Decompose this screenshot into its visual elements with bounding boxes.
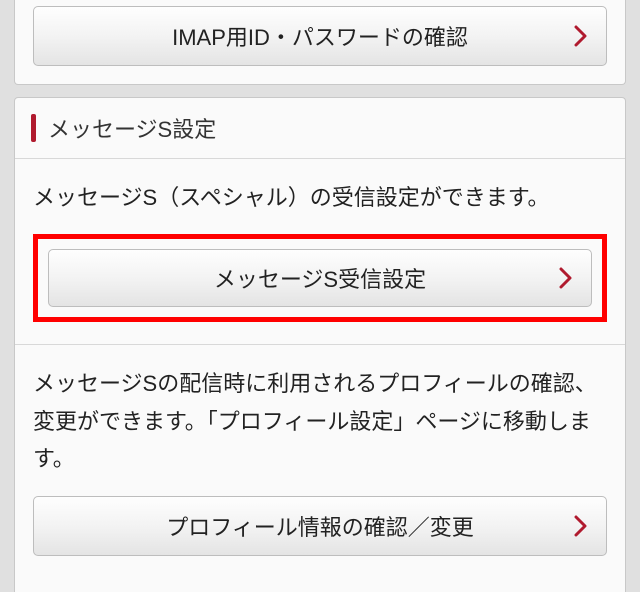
profile-info-label: プロフィール情報の確認／変更 bbox=[166, 510, 474, 542]
chevron-right-icon bbox=[559, 267, 573, 289]
message-s-settings-card: メッセージS設定 メッセージS（スペシャル）の受信設定ができます。 メッセージS… bbox=[14, 97, 626, 592]
message-s-receive-settings-button[interactable]: メッセージS受信設定 bbox=[48, 249, 592, 307]
chevron-right-icon bbox=[574, 515, 588, 537]
highlight-box: メッセージS受信設定 bbox=[33, 234, 607, 322]
section-body: メッセージS（スペシャル）の受信設定ができます。 メッセージS受信設定 メッセー… bbox=[15, 159, 625, 592]
chevron-right-icon bbox=[574, 25, 588, 47]
imap-credentials-button[interactable]: IMAP用ID・パスワードの確認 bbox=[33, 6, 607, 66]
receive-settings-label: メッセージS受信設定 bbox=[214, 262, 426, 294]
divider bbox=[15, 344, 625, 345]
imap-button-label: IMAP用ID・パスワードの確認 bbox=[172, 20, 468, 52]
section-header: メッセージS設定 bbox=[15, 98, 625, 159]
accent-bar-icon bbox=[31, 114, 36, 142]
profile-info-button[interactable]: プロフィール情報の確認／変更 bbox=[33, 496, 607, 556]
message-s-desc-1: メッセージS（スペシャル）の受信設定ができます。 bbox=[33, 179, 607, 216]
top-card: IMAP用ID・パスワードの確認 bbox=[14, 0, 626, 85]
message-s-desc-2: メッセージSの配信時に利用されるプロフィールの確認、変更ができます。「プロフィー… bbox=[33, 365, 607, 477]
section-title: メッセージS設定 bbox=[48, 112, 216, 144]
